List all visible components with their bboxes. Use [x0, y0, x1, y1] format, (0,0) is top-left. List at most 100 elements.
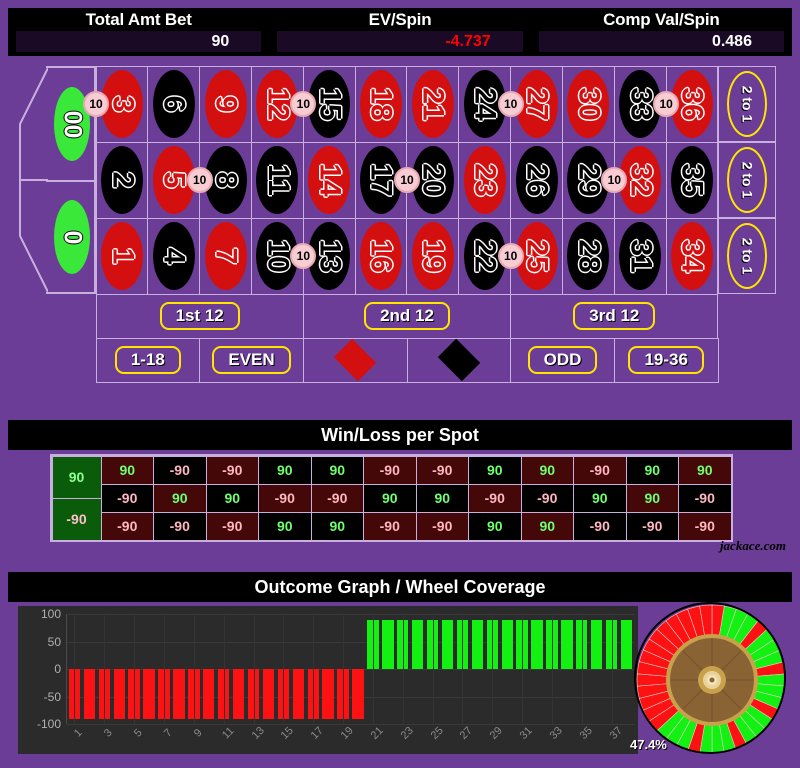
outcome-graph-section: Outcome Graph / Wheel Coverage 100 50 0 -50… [8, 572, 792, 762]
win-loss-cell: 90 [574, 484, 626, 512]
number-label: 8 [209, 171, 243, 189]
bet-cell-26[interactable]: 26 [510, 141, 563, 219]
bet-chip[interactable]: 10 [186, 167, 213, 193]
number-label: 24 [468, 87, 502, 121]
bet-cell-9[interactable]: 9 [199, 65, 252, 143]
chart-vgridline [74, 614, 76, 724]
column-bet-oval: 2 to 1 [727, 71, 767, 137]
chart-bar [173, 669, 185, 719]
bet-chip[interactable]: 10 [497, 91, 524, 117]
win-loss-cell: -90 [154, 456, 206, 484]
bet-cell-21[interactable]: 21 [406, 65, 460, 143]
coverage-percent: 47.4% [630, 737, 667, 752]
bet-cell-19-36[interactable]: 19-36 [613, 337, 719, 383]
bet-chip[interactable]: 10 [394, 167, 420, 193]
chart-x-tick: 23 [398, 724, 416, 742]
chart-bar-slot [559, 614, 574, 724]
win-loss-section: Win/Loss per Spot 90 -90 90 -90 -90 -90 90 -90-… [8, 420, 792, 560]
number-oval: 23 [463, 146, 506, 214]
number-label: 21 [416, 87, 450, 121]
number-oval: 9 [204, 70, 247, 138]
bet-cell-31[interactable]: 31 [613, 217, 667, 295]
roulette-wheel-graphic [634, 602, 786, 754]
chart-vgridline [313, 614, 315, 724]
win-loss-column: -90 90 -90 [154, 456, 207, 540]
bet-cell-23[interactable]: 23 [458, 141, 512, 219]
chart-bar-slot: 7 [157, 614, 175, 740]
chart-bar [352, 669, 364, 719]
chart-x-tick: 11 [219, 724, 237, 742]
bet-cell-30[interactable]: 30 [561, 65, 615, 143]
chart-vgridline [104, 614, 106, 724]
win-loss-cell: -90 [416, 512, 468, 540]
number-label: 10 [261, 239, 295, 273]
bet-cell-4[interactable]: 4 [147, 217, 201, 295]
bet-cell-dozen-1[interactable]: 1st 12 [95, 293, 304, 339]
chart-bar-slot [291, 614, 306, 724]
number-oval: 31 [619, 222, 662, 290]
bet-cell-11[interactable]: 11 [250, 141, 304, 219]
bet-cell-1[interactable]: 1 [95, 217, 149, 295]
win-loss-column: 90 -90 90 [521, 456, 574, 540]
bet-chip[interactable]: 10 [83, 91, 109, 117]
bet-cell-column-3[interactable]: 2 to 1 [718, 218, 776, 294]
chart-vgridline [372, 614, 374, 724]
chart-bar [322, 669, 334, 719]
bet-cell-column-1[interactable]: 2 to 1 [718, 66, 776, 142]
chart-bar-slot [82, 614, 97, 724]
stat-value: -4.737 [445, 32, 491, 50]
win-loss-column: -90 90 -90 [206, 456, 259, 540]
chart-bar-slot: 33 [545, 614, 565, 742]
bet-cell-red[interactable] [302, 337, 408, 383]
chart-x-tick: 9 [191, 726, 205, 740]
chart-x-tick: 33 [547, 724, 565, 742]
win-loss-cell: -90 [206, 512, 258, 540]
bet-cell-dozen-2[interactable]: 2nd 12 [302, 293, 512, 339]
bet-cell-2[interactable]: 2 [95, 141, 149, 219]
bet-cell-column-2[interactable]: 2 to 1 [718, 142, 776, 218]
win-loss-column: 90 -90 90 [311, 456, 364, 540]
bet-cell-6[interactable]: 6 [147, 65, 201, 143]
bet-chip[interactable]: 10 [601, 167, 628, 193]
chart-bar [292, 669, 304, 719]
bet-cell-double-zero[interactable]: 00 [46, 66, 96, 180]
number-oval: 26 [515, 146, 558, 214]
bet-cell-even[interactable]: EVEN [199, 337, 304, 383]
bet-cell-dozen-3[interactable]: 3rd 12 [510, 293, 719, 339]
bet-chip[interactable]: 10 [290, 243, 317, 269]
chart-bar-slot [470, 614, 485, 724]
bet-cell-14[interactable]: 14 [302, 141, 356, 219]
chart-bar-slot: 1 [67, 614, 85, 740]
number-label: 25 [520, 239, 554, 273]
bet-chip[interactable]: 10 [497, 243, 524, 269]
bet-cell-35[interactable]: 35 [665, 141, 719, 219]
bet-cell-black[interactable] [406, 337, 512, 383]
bet-chip[interactable]: 10 [653, 91, 680, 117]
bet-cell-single-zero[interactable]: 0 [46, 180, 96, 294]
win-loss-column: 90 -90 -90 [101, 456, 154, 540]
zero-label: 0 [58, 230, 87, 244]
bet-cell-16[interactable]: 16 [354, 217, 408, 295]
chart-bar-slot: 5 [127, 614, 145, 740]
chart-x-tick: 17 [308, 724, 327, 742]
chart-bar-slot [500, 614, 515, 724]
bet-cell-18[interactable]: 18 [354, 65, 408, 143]
chart-y-tick: -50 [43, 689, 61, 704]
bet-cell-28[interactable]: 28 [561, 217, 615, 295]
chart-x-tick: 27 [458, 724, 476, 742]
chart-vgridline [402, 614, 404, 724]
stat-0: Total Amt Bet 90 [8, 8, 269, 56]
bet-cell-34[interactable]: 34 [665, 217, 719, 295]
number-oval: 2 [100, 146, 143, 214]
bet-cell-1-18[interactable]: 1-18 [95, 337, 201, 383]
win-loss-column: -90 90 -90 [416, 456, 469, 540]
bet-cell-7[interactable]: 7 [199, 217, 252, 295]
number-oval: 28 [567, 222, 610, 290]
win-loss-cell: 90 [626, 484, 678, 512]
bet-cell-19[interactable]: 19 [406, 217, 460, 295]
chart-bar-slot: 19 [336, 614, 356, 742]
win-loss-column: 90 -90 -90 [679, 456, 732, 540]
bet-cell-odd[interactable]: ODD [510, 337, 615, 383]
number-label: 33 [624, 87, 658, 121]
bet-chip[interactable]: 10 [290, 91, 317, 117]
